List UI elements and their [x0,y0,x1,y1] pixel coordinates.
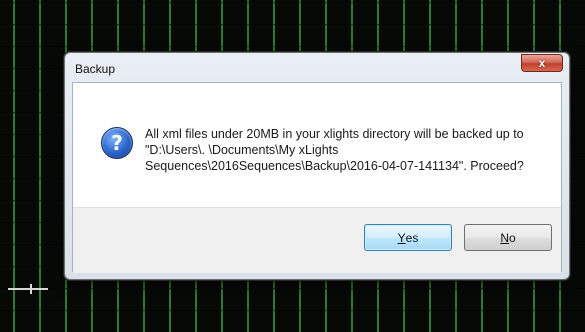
message-line: All xml files under 20MB in your xlights… [145,127,524,141]
close-icon: x [538,56,546,70]
backup-dialog: Backup x ? All xml files under 20MB in y… [64,52,570,280]
button-bar: Yes No [73,207,561,273]
timeline-marker [8,288,48,290]
question-icon: ? [101,127,133,159]
dialog-message: All xml files under 20MB in your xlights… [145,126,555,174]
message-line: "D:\Users\. \Documents\My xLights [145,143,339,157]
timeline-marker-tick [30,284,32,294]
screen: Backup x ? All xml files under 20MB in y… [0,0,585,332]
no-button[interactable]: No [464,224,552,251]
yes-button-label: es [405,230,419,245]
dialog-body: ? All xml files under 20MB in your xligh… [72,82,562,273]
dialog-title: Backup [75,62,116,76]
message-area: ? All xml files under 20MB in your xligh… [73,83,561,207]
yes-button-accelerator: Y [397,230,406,245]
close-button[interactable]: x [521,54,563,72]
dialog-titlebar[interactable]: Backup x [65,53,569,83]
no-button-accelerator: N [500,230,509,245]
yes-button[interactable]: Yes [364,224,452,251]
no-button-label: o [508,230,516,245]
message-line: Sequences\2016Sequences\Backup\2016-04-0… [145,159,524,173]
